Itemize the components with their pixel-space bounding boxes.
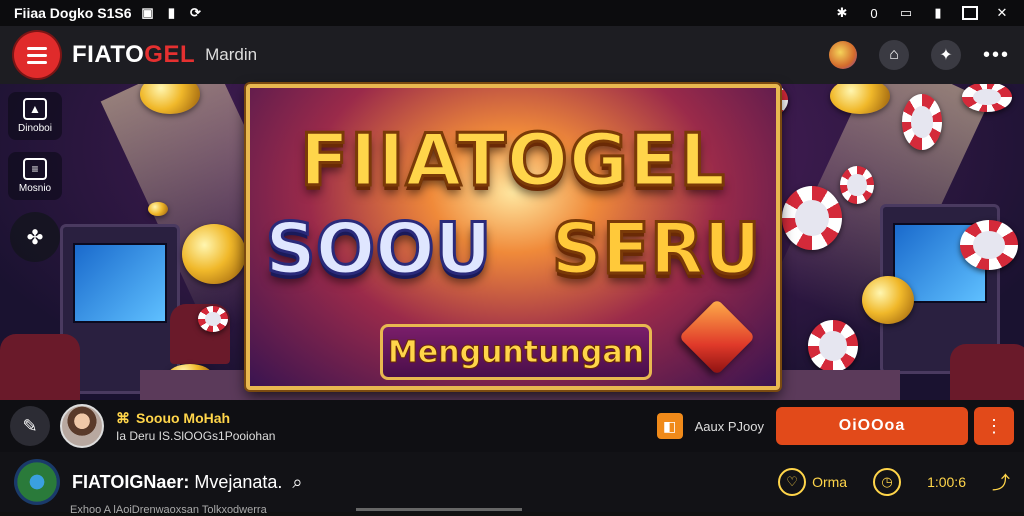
promo-bar: ✎ ⌘ Soouo MoHah Ia Deru IS.SlOOGs1Pooioh… (0, 400, 1024, 452)
timer-stat[interactable]: ◷ (873, 468, 902, 496)
edit-button[interactable]: ✎ (10, 406, 50, 446)
status-left: Fiiaa Dogko S1S6 ▣ ▮ ⟳ (14, 5, 203, 21)
cta-button[interactable]: OiOOoa (776, 407, 968, 445)
brand-subtitle: Mardin (205, 45, 258, 64)
wifi-signal-icon: ▮ (934, 5, 942, 20)
brand-white: FIATO (72, 41, 145, 68)
status-right: ✱ 0 ▭ ▮ ✕ (834, 5, 1010, 21)
tv-icon: ≡ (23, 158, 47, 180)
like-stat[interactable]: ♡ Orma (778, 468, 847, 496)
notification-bell-icon[interactable]: ⌂ (878, 40, 909, 70)
promo-note: Aaux PJooy (694, 418, 764, 434)
poker-chip (902, 94, 942, 150)
search-icon[interactable]: ⌕ (292, 472, 302, 493)
rail-item-games[interactable]: ▲ Dinoboi (8, 92, 62, 140)
banner-word-right: SERU (550, 207, 762, 292)
game-controller-icon[interactable]: ✦ (930, 40, 961, 70)
seat (0, 334, 80, 400)
game-icon: ▲ (23, 98, 47, 120)
rail-label: Dinoboi (18, 123, 52, 134)
kebab-menu-icon[interactable]: ⋮ (974, 407, 1014, 445)
notification-icon: ▣ (141, 5, 154, 20)
poker-chip (962, 84, 1012, 112)
settings-icon: ✱ (836, 5, 848, 20)
promo-title: Soouo MoHah (136, 410, 231, 426)
share-icon[interactable]: ⤴ (992, 469, 1010, 495)
seat (950, 344, 1024, 400)
channel-name-rest: Mvejanata. (189, 471, 283, 492)
rail-label: Mosnio (18, 183, 52, 194)
brand-red: GEL (144, 41, 196, 68)
status-bar: Fiiaa Dogko S1S6 ▣ ▮ ⟳ ✱ 0 ▭ ▮ ✕ (0, 0, 1024, 26)
progress-bar[interactable] (356, 508, 522, 511)
stat2-text: 1:00:6 (927, 474, 966, 490)
link-icon: ⌘ (116, 409, 130, 426)
bottom-bar: FIATOIGNaer: Mvejanata. ⌕ ♡ Orma ◷ 1:00:… (0, 452, 1024, 516)
promo-title-row: ⌘ Soouo MoHah (116, 410, 275, 427)
sync-icon: ⟳ (190, 5, 201, 20)
banner-plate: Menguntungan (380, 324, 652, 380)
poker-chip (782, 186, 842, 250)
edit-icon: ✎ (22, 415, 38, 436)
poker-chip (960, 220, 1018, 270)
more-options-icon[interactable]: ••• (983, 44, 1010, 67)
stat1-text: Orma (812, 474, 848, 490)
gold-coin (182, 224, 246, 284)
battery-icon: ▭ (899, 5, 913, 20)
close-icon[interactable]: ✕ (994, 5, 1010, 21)
promo-info: ⌘ Soouo MoHah Ia Deru IS.SlOOGs1Pooiohan (116, 410, 275, 443)
status-text: Fiiaa Dogko S1S6 (14, 5, 132, 21)
gold-coin (148, 202, 168, 216)
menu-button[interactable] (14, 32, 60, 78)
side-rail: ▲ Dinoboi ≡ Mosnio ✤ (8, 92, 62, 282)
share-icon: ✤ (26, 226, 44, 249)
menu-icon (27, 46, 47, 50)
badge-icon: 0 (870, 5, 878, 21)
channel-logo[interactable] (14, 459, 60, 505)
banner-title: FIIATOGEL (298, 117, 727, 204)
gold-coin (862, 276, 914, 324)
rail-item-media[interactable]: ≡ Mosnio (8, 152, 62, 200)
banner-word-left: SOOU (264, 207, 493, 292)
poker-chip (198, 306, 228, 332)
promo-subtitle: Ia Deru IS.SlOOGs1Pooiohan (116, 428, 276, 443)
heart-icon: ♡ (778, 468, 807, 496)
tag-icon[interactable]: ◧ (656, 413, 683, 439)
brand-logo-text: FIATOGEL (72, 41, 195, 69)
user-avatar[interactable] (60, 404, 104, 448)
poker-chip (808, 320, 858, 372)
profile-avatar[interactable] (828, 41, 857, 69)
banner-subtitle: SOOU SERU (250, 207, 776, 292)
rail-share-button[interactable]: ✤ (10, 212, 60, 262)
poker-chip (840, 166, 874, 204)
ticker-text: Exhoo A lAoiDrenwaoxsan Tolkxodwerra (70, 504, 267, 516)
time-readout: 1:00:6 (927, 474, 966, 490)
window-icon[interactable] (962, 6, 978, 20)
signal-icon: ▮ (167, 5, 176, 20)
app-bar: FIATOGEL Mardin ⌂ ✦ ••• (0, 26, 1024, 84)
app-actions: ⌂ ✦ ••• (828, 40, 1010, 70)
clock-icon: ◷ (873, 468, 902, 496)
channel-name: FIATOIGNaer: Mvejanata. (72, 472, 282, 493)
bottom-actions: ♡ Orma ◷ 1:00:6 ⤴ (778, 468, 1010, 496)
channel-name-bold: FIATOIGNaer: (72, 471, 190, 492)
